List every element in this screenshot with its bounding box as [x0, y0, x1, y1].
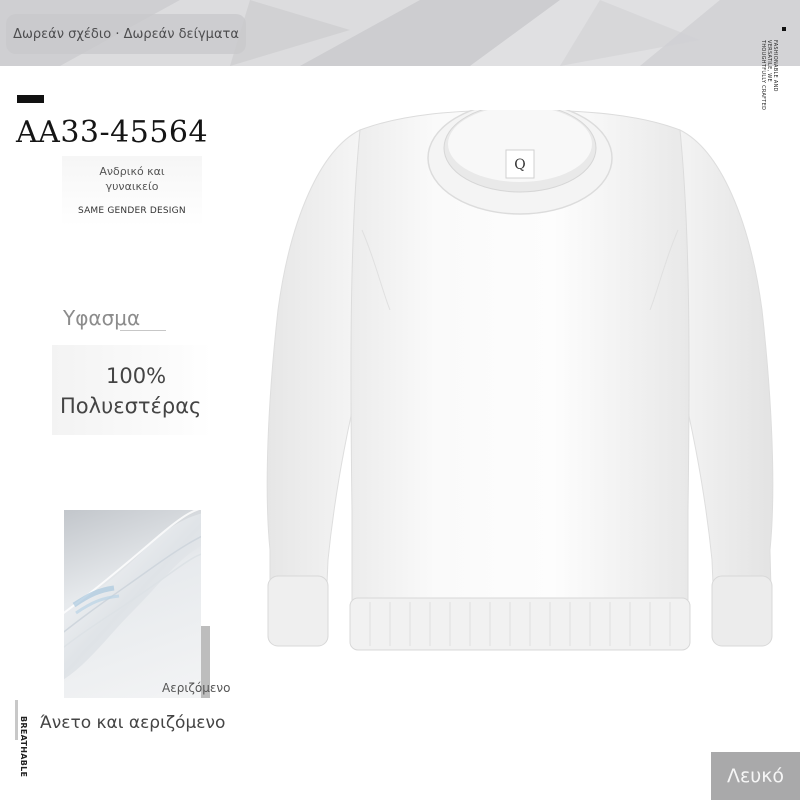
fabric-underline — [120, 330, 166, 331]
title-marker-bar — [17, 95, 44, 103]
gender-design-caption: SAME GENDER DESIGN — [78, 206, 186, 216]
product-code: AA33-45564 — [16, 115, 209, 150]
sweatshirt-product-image[interactable]: Q — [250, 101, 790, 710]
brand-vertical-text: FASHIONABLE AND VERSATILE, WE THOUGHTFUL… — [760, 40, 778, 111]
fabric-material: Πολυεστέρας — [60, 394, 202, 418]
breathable-text: Άνετο και αεριζόμενο — [40, 713, 226, 733]
corner-dot — [782, 27, 786, 31]
feature-side-bar — [15, 700, 18, 740]
swatch-caption: Αεριζόμενο — [162, 681, 231, 695]
free-design-banner[interactable]: Δωρεάν σχέδιο · Δωρεάν δείγματα — [6, 14, 246, 54]
fabric-card — [52, 345, 212, 435]
fabric-percent: 100% — [106, 364, 167, 388]
breathable-vertical-label: BREATHABLE — [19, 716, 28, 778]
sweatshirt-illustration: Q — [266, 101, 774, 651]
neck-label-letter: Q — [514, 157, 525, 173]
fabric-wave-graphic — [64, 510, 201, 680]
fabric-label: Υφασμα — [63, 306, 141, 330]
top-banner: Δωρεάν σχέδιο · Δωρεάν δείγματα — [0, 0, 800, 66]
color-option-badge[interactable]: Λευκό — [711, 752, 800, 800]
fabric-swatch-image — [64, 510, 201, 698]
gender-label: Ανδρικό και γυναικείο — [99, 165, 165, 193]
